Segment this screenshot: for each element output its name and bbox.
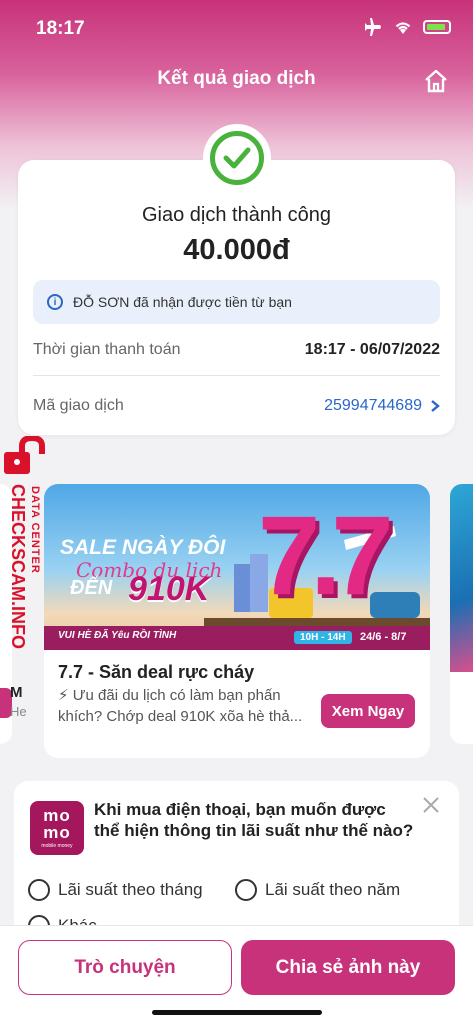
info-icon: i (47, 294, 63, 310)
home-indicator (152, 1010, 322, 1015)
option-yearly[interactable]: Lãi suất theo năm (235, 879, 400, 901)
transaction-id-row[interactable]: Mã giao dịch 25994744689 (33, 386, 440, 426)
airplane-icon (365, 18, 381, 36)
survey-question: Khi mua điện thoại, bạn muốn được thể hi… (94, 800, 414, 840)
survey-card: mo mo mobile money Khi mua điện thoại, b… (14, 781, 459, 941)
banner-sale-text: SALE NGÀY ĐÔI (60, 536, 226, 559)
check-icon (210, 131, 264, 185)
transaction-id-link[interactable]: 25994744689 (324, 397, 440, 415)
recipient-info-text: ĐỖ SƠN đã nhận được tiền từ bạn (73, 294, 292, 310)
status-icons (363, 18, 451, 36)
result-amount: 40.000đ (183, 234, 290, 266)
banner-hours-badge: 10H - 14H (294, 631, 352, 644)
chevron-right-icon (431, 400, 440, 412)
promo-card-next[interactable] (450, 484, 473, 744)
momo-logo-bottom: mo (43, 823, 71, 842)
battery-icon (423, 20, 451, 34)
option-monthly[interactable]: Lãi suất theo tháng (28, 879, 203, 901)
lock-icon (4, 436, 45, 474)
transaction-result-card: Giao dịch thành công 40.000đ i ĐỖ SƠN đã… (18, 160, 455, 435)
banner-den-text: ĐẾN (70, 577, 113, 599)
status-bar: 18:17 (0, 0, 473, 56)
promo-next-title: M (10, 684, 23, 701)
wifi-icon (395, 22, 411, 34)
watermark-label-top: DATA CENTER (29, 486, 41, 574)
momo-logo: mo mo mobile money (30, 801, 84, 855)
payment-time-label: Thời gian thanh toán (33, 341, 181, 358)
banner-amount-text: 910K (128, 570, 210, 608)
promo-card[interactable]: 7.7 SALE NGÀY ĐÔI Combo du lịch ĐẾN 910K… (44, 484, 430, 758)
promo-next-desc: He (10, 704, 27, 719)
close-icon[interactable] (421, 795, 441, 815)
banner-dates: 24/6 - 8/7 (360, 631, 407, 643)
recipient-info-box: i ĐỖ SƠN đã nhận được tiền từ bạn (33, 280, 440, 324)
page-title: Kết quả giao dịch (157, 68, 316, 89)
banner-tagline: VUI HÈ ĐÃ Yêu RỒI TÌNH (58, 630, 177, 641)
promo-description: ⚡ Ưu đãi du lịch có làm bạn phấn khích? … (58, 687, 303, 725)
chat-button[interactable]: Trò chuyện (18, 940, 232, 995)
promo-banner-image[interactable]: 7.7 SALE NGÀY ĐÔI Combo du lịch ĐẾN 910K… (44, 484, 430, 650)
transaction-id-value: 25994744689 (324, 397, 422, 414)
banner-big-number: 7.7 (258, 493, 394, 618)
option-label: Lãi suất theo năm (265, 880, 401, 899)
success-badge (203, 124, 271, 192)
transaction-id-label: Mã giao dịch (33, 397, 124, 414)
radio-button[interactable] (28, 879, 50, 901)
divider (33, 375, 440, 376)
share-image-button[interactable]: Chia sẻ ảnh này (241, 940, 455, 995)
payment-time-row: Thời gian thanh toán 18:17 - 06/07/2022 (33, 330, 440, 370)
momo-logo-sub: mobile money (41, 843, 73, 849)
promo-title: 7.7 - Săn deal rực cháy (58, 662, 255, 682)
view-now-button[interactable]: Xem Ngay (321, 694, 415, 728)
result-status: Giao dịch thành công (141, 204, 332, 226)
momo-logo-top: mo (43, 806, 71, 825)
payment-time-value: 18:17 - 06/07/2022 (304, 341, 440, 358)
home-icon[interactable] (423, 68, 449, 94)
option-label: Lãi suất theo tháng (58, 880, 203, 899)
promo-next-image (450, 484, 473, 672)
bottom-action-bar: Trò chuyện Chia sẻ ảnh này (0, 925, 473, 1024)
status-time: 18:17 (36, 18, 85, 39)
radio-button[interactable] (235, 879, 257, 901)
